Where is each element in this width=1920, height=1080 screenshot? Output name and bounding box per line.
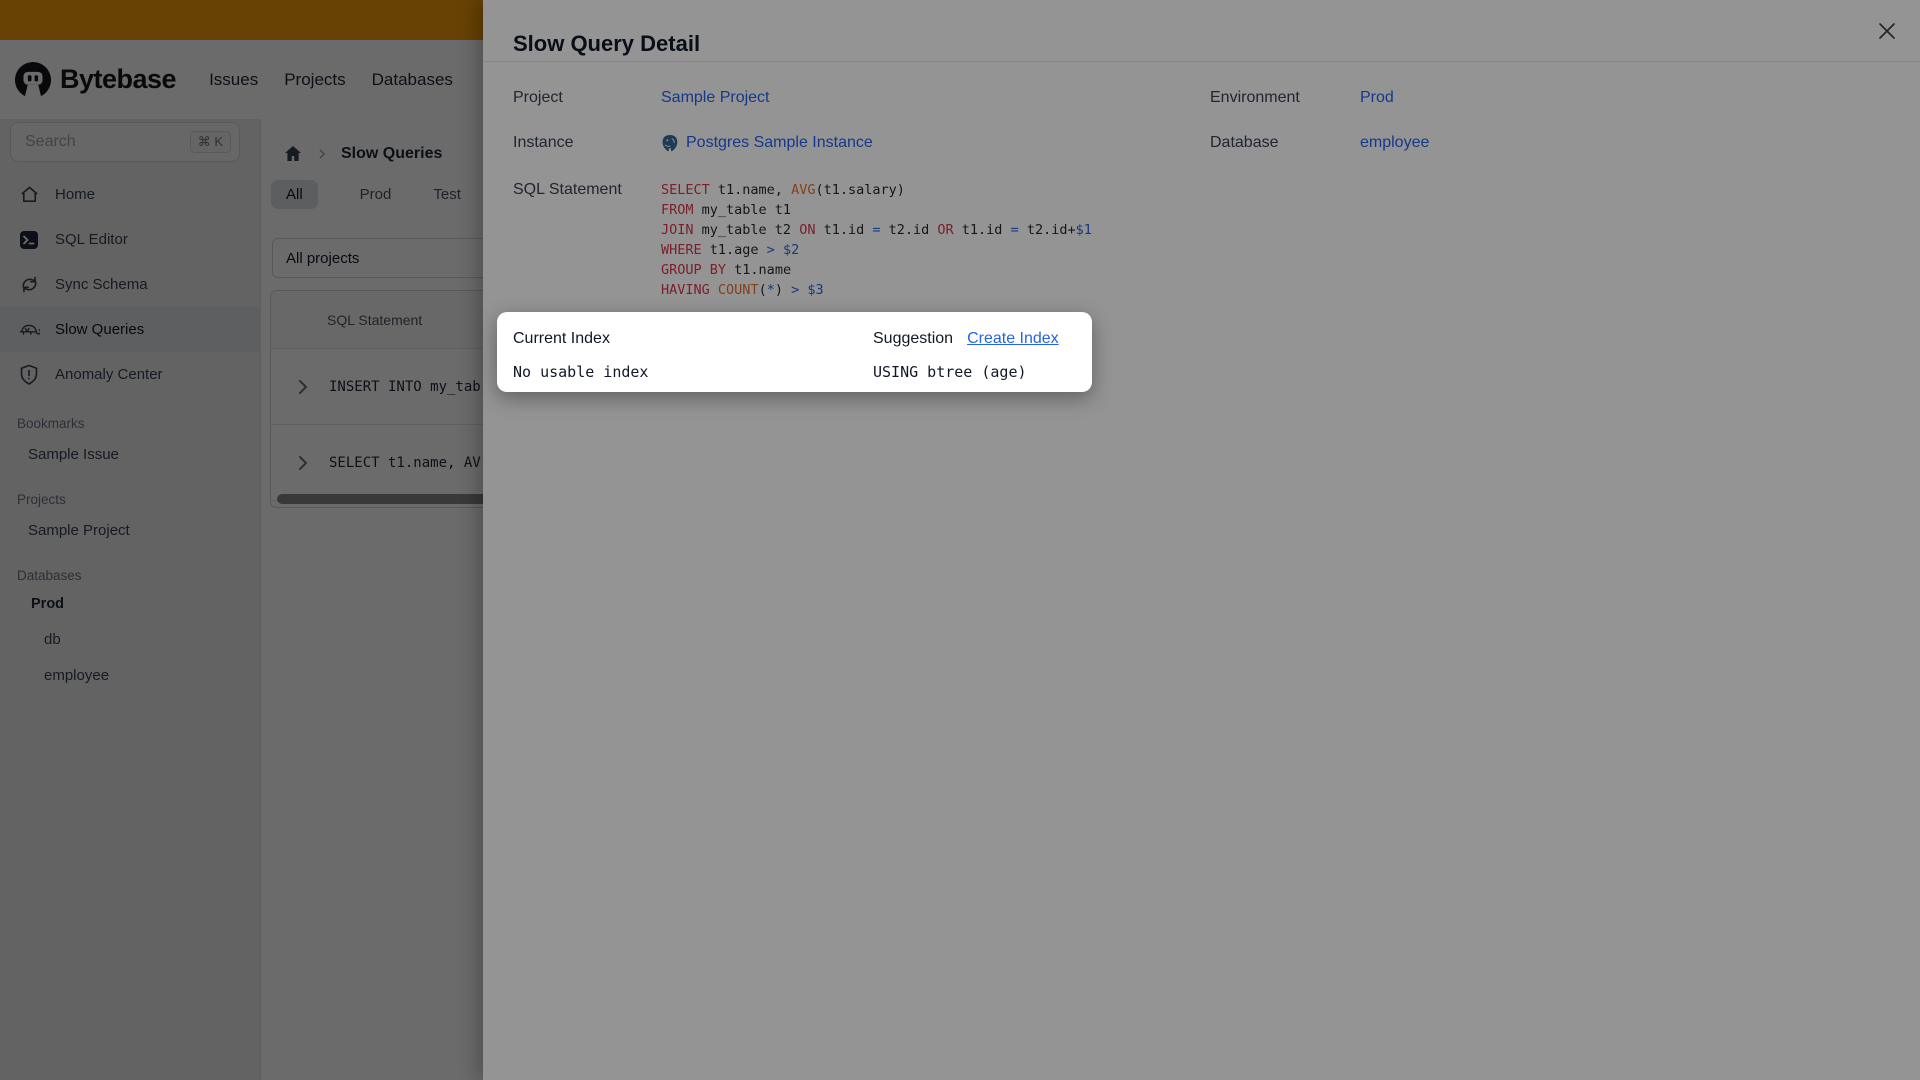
popover-backdrop[interactable] (0, 0, 1920, 1080)
suggestion-label: Suggestion (873, 329, 954, 347)
create-index-link[interactable]: Create Index (967, 330, 1059, 348)
current-index-value: No usable index (513, 362, 649, 381)
app: Bytebase Issues Projects Databases Search … (0, 0, 1920, 1080)
suggestion-value: USING btree (age) (873, 362, 1027, 381)
index-advisor-popover: Current Index Suggestion Create Index No… (497, 312, 1092, 392)
current-index-label: Current Index (513, 329, 610, 347)
